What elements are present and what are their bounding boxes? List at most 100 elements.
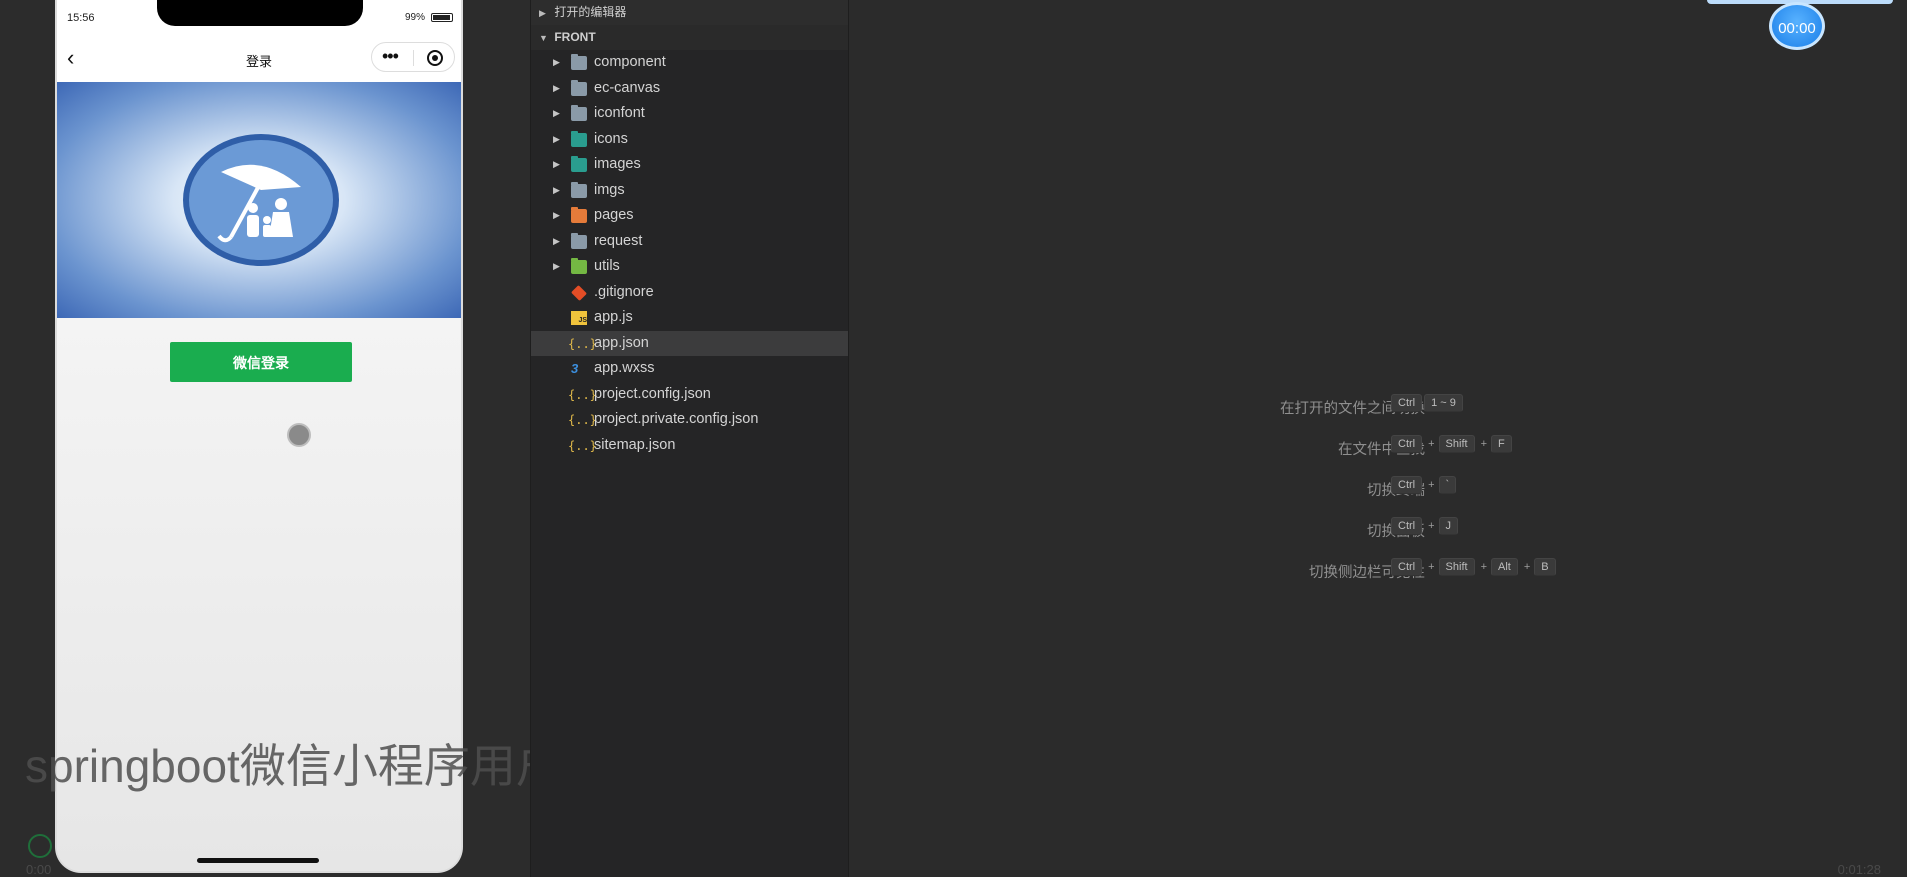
folder-icon — [571, 232, 587, 249]
tree-item[interactable]: {..} project.private.config.json — [531, 407, 848, 433]
image-folder-icon — [571, 156, 587, 172]
shortcut-row: 在文件中查找 Ctrl + Shift + F — [849, 435, 1907, 459]
folder-icon — [571, 54, 587, 70]
chevron-right-icon[interactable]: ▶ — [553, 178, 560, 204]
key-cap: Alt — [1491, 558, 1518, 576]
tree-item-label: request — [594, 232, 643, 249]
utils-folder-icon — [571, 258, 587, 274]
shortcut-keys: Ctrl 1 ~ 9 — [1391, 394, 1465, 412]
shortcut-keys: Ctrl + ` — [1391, 476, 1458, 494]
wechat-login-button[interactable]: 微信登录 — [170, 342, 352, 382]
chevron-right-icon[interactable]: ▶ — [553, 76, 560, 102]
json-file-icon: {..} — [568, 438, 597, 453]
editor-welcome: 在打开的文件之间切换Ctrl1 ~ 9在文件中查找Ctrl+Shift+F切换终… — [849, 0, 1907, 877]
key-cap: ` — [1438, 476, 1457, 494]
tree-item[interactable]: ▶ ec-canvas — [531, 76, 848, 102]
more-dots-icon[interactable]: ••• — [382, 47, 399, 65]
chevron-right-icon: ▶ — [539, 8, 546, 18]
plus-separator: + — [1428, 520, 1435, 532]
shortcut-row: 切换终端Ctrl+` — [849, 476, 1907, 500]
shortcut-row: 切换面板Ctrl+J — [849, 517, 1907, 541]
umbrella-family-logo-icon — [183, 134, 339, 266]
tree-item[interactable]: ▶ images — [531, 152, 848, 178]
chevron-right-icon[interactable]: ▶ — [553, 127, 560, 153]
tree-item[interactable]: {..} app.json — [531, 330, 848, 356]
close-circle-icon[interactable] — [427, 50, 443, 66]
key-cap: Ctrl — [1391, 558, 1423, 576]
chevron-right-icon[interactable]: ▶ — [553, 254, 560, 280]
chevron-right-icon[interactable]: ▶ — [553, 152, 560, 178]
tree-item[interactable]: ▶ icons — [531, 127, 848, 153]
tree-item-label: iconfont — [594, 105, 645, 121]
phone-notch — [157, 0, 363, 26]
image-folder-icon — [571, 130, 587, 147]
tree-item[interactable]: ▶ iconfont — [531, 101, 848, 127]
key-cap: Ctrl — [1391, 394, 1423, 412]
navigation-bar: ‹ 登录 ••• — [57, 36, 461, 82]
plus-separator: + — [1428, 438, 1435, 450]
file-tree: ▶ component ▶ ec-canvas ▶ iconfont ▶ icons ▶ imag… — [531, 50, 848, 458]
key-cap: J — [1438, 517, 1459, 535]
shortcut-row: 在打开的文件之间切换 Ctrl 1 ~ 9 — [849, 394, 1907, 418]
tree-item[interactable]: {..} project.config.json — [531, 382, 848, 408]
chevron-right-icon[interactable]: ▶ — [553, 203, 560, 229]
tree-item-label: sitemap.json — [594, 436, 676, 453]
tree-item[interactable]: .gitignore — [531, 280, 848, 306]
key-cap: Ctrl — [1391, 517, 1423, 535]
open-editors-label: 打开的编辑器 — [554, 5, 627, 19]
tree-item[interactable]: JS app.js — [531, 305, 848, 331]
simulator-panel: 15:56 99% ‹ 登录 ••• 微信登录 0:00 — [0, 0, 1152, 877]
shortcut-row: 切换侧边栏可见性 Ctrl + Shift + Alt + B — [849, 558, 1907, 582]
tree-item-label: project.config.json — [594, 385, 711, 402]
tree-item[interactable]: 3 app.wxss — [531, 356, 848, 382]
login-banner — [57, 82, 461, 318]
project-label: FRONT — [554, 30, 596, 44]
tree-item-label: imgs — [594, 181, 625, 198]
tree-item[interactable]: ▶ request — [531, 229, 848, 255]
tree-item[interactable]: ▶ imgs — [531, 178, 848, 204]
chevron-right-icon[interactable]: ▶ — [553, 229, 560, 255]
recorder-timer-button[interactable]: 00:00 — [1769, 2, 1825, 50]
tree-item[interactable]: ▶ pages — [531, 203, 848, 229]
plus-separator: + — [1480, 438, 1487, 450]
tree-item-label: .gitignore — [594, 283, 654, 300]
key-cap: Ctrl — [1391, 435, 1423, 453]
shortcut-keys: Ctrl + Shift + F — [1391, 435, 1514, 453]
folder-icon — [571, 105, 587, 121]
home-indicator — [197, 858, 319, 863]
tree-item[interactable]: ▶ component — [531, 50, 848, 76]
key-cap: Shift — [1438, 435, 1475, 453]
css-file-icon: 3 — [571, 361, 579, 376]
project-section[interactable]: ▼ FRONT — [531, 25, 848, 50]
json-file-icon: {..} — [568, 413, 597, 427]
tree-item-label: component — [594, 54, 666, 70]
key-cap: B — [1534, 558, 1556, 576]
shortcut-keys: Ctrl + J — [1391, 517, 1460, 535]
file-explorer: ▶ 打开的编辑器 ▼ FRONT ▶ component ▶ ec-canvas ▶ ic… — [530, 0, 849, 877]
key-cap: Shift — [1438, 558, 1475, 576]
folder-icon — [571, 79, 587, 96]
plus-separator: + — [1523, 561, 1531, 573]
tree-item-label: icons — [594, 130, 628, 147]
open-editors-section[interactable]: ▶ 打开的编辑器 — [531, 0, 848, 25]
chevron-right-icon[interactable]: ▶ — [553, 101, 560, 127]
status-time: 15:56 — [67, 12, 95, 24]
plus-separator: + — [1428, 561, 1435, 573]
tree-item-label: app.json — [594, 334, 649, 351]
json-file-icon: {..} — [568, 387, 597, 402]
tree-item-label: project.private.config.json — [594, 411, 759, 427]
pages-folder-icon — [571, 207, 587, 223]
tree-item-label: utils — [594, 258, 620, 274]
chevron-right-icon[interactable]: ▶ — [553, 50, 560, 76]
status-bar: 15:56 99% — [57, 0, 461, 36]
timeline-end: 0:01:28 — [1837, 862, 1881, 877]
key-cap: F — [1491, 435, 1512, 453]
tree-item[interactable]: {..} sitemap.json — [531, 433, 848, 459]
tree-item[interactable]: ▶ utils — [531, 254, 848, 280]
miniprogram-capsule[interactable]: ••• — [371, 42, 455, 72]
tree-item-label: app.js — [594, 309, 633, 325]
folder-icon — [571, 181, 587, 198]
json-file-icon: {..} — [568, 336, 597, 351]
tree-item-label: app.wxss — [594, 360, 655, 376]
shortcut-keys: Ctrl + Shift + Alt + B — [1391, 558, 1558, 576]
